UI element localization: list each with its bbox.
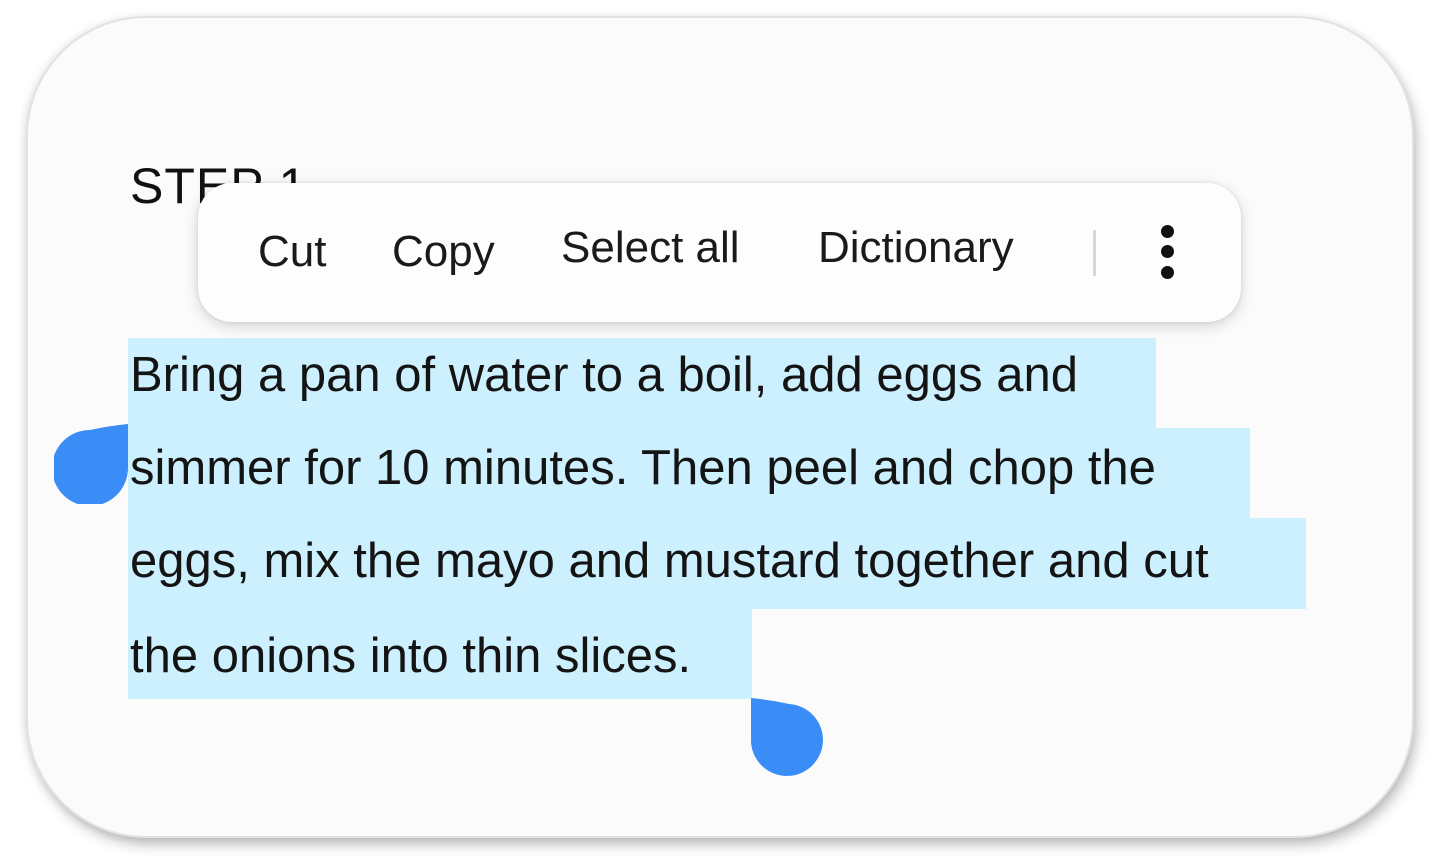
more-options-icon[interactable] <box>1150 223 1184 281</box>
selection-end-handle-icon[interactable] <box>751 698 825 778</box>
select-all-button[interactable]: Select all <box>561 221 740 275</box>
text-selection-menu: Cut Copy Select all Dictionary <box>198 183 1241 322</box>
selected-text-line[interactable]: simmer for 10 minutes. Then peel and cho… <box>130 438 1156 498</box>
selected-text-line[interactable]: Bring a pan of water to a boil, add eggs… <box>130 345 1078 405</box>
copy-button[interactable]: Copy <box>392 225 495 279</box>
cut-button[interactable]: Cut <box>258 225 326 279</box>
selected-text-line[interactable]: eggs, mix the mayo and mustard together … <box>130 531 1209 591</box>
menu-divider <box>1093 230 1096 276</box>
selection-start-handle-icon[interactable] <box>54 424 128 504</box>
dictionary-button[interactable]: Dictionary <box>818 221 1014 275</box>
selected-text-line[interactable]: the onions into thin slices. <box>130 626 691 686</box>
